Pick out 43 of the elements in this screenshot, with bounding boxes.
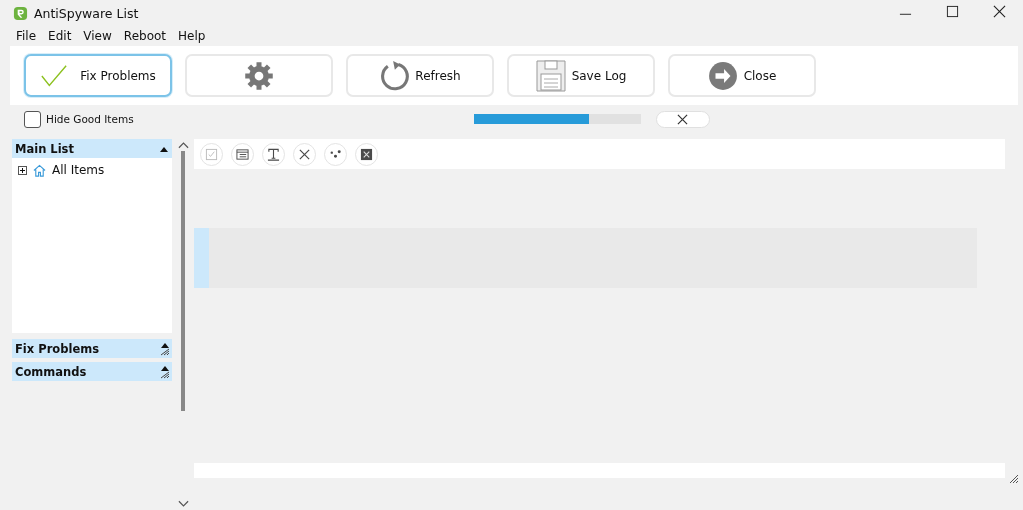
- scroll-up-icon[interactable]: [177, 141, 189, 149]
- text-icon: [267, 147, 280, 161]
- toolbar-button[interactable]: Fix Problems: [24, 54, 172, 97]
- list-icon: [236, 147, 249, 161]
- refresh-icon: [379, 59, 410, 92]
- toolbar-button[interactable]: Save Log: [507, 54, 655, 97]
- cancel-button[interactable]: [655, 110, 710, 128]
- tree-item[interactable]: All Items: [52, 163, 105, 177]
- toolbar-icon-button[interactable]: [355, 142, 378, 166]
- resize-grip-icon[interactable]: [1009, 474, 1019, 484]
- menu-item[interactable]: File: [16, 29, 37, 43]
- panel-header[interactable]: Commands: [12, 362, 172, 381]
- settings-icon: [244, 60, 274, 91]
- collapse-grip-icon: [160, 341, 170, 356]
- menu-item[interactable]: View: [83, 29, 112, 43]
- toolbar-button[interactable]: [185, 54, 333, 97]
- panel-header[interactable]: Main List: [12, 139, 172, 158]
- delete-icon: [298, 147, 311, 161]
- checkbox-icon: [205, 147, 218, 161]
- panel-header[interactable]: Fix Problems: [12, 339, 172, 358]
- menu-item[interactable]: Reboot: [123, 29, 166, 43]
- app-logo-icon: [13, 5, 28, 21]
- check-icon: [40, 63, 69, 88]
- checkbox[interactable]: [24, 110, 41, 128]
- clear-icon: [360, 147, 373, 161]
- window-title: AntiSpyware List: [34, 5, 139, 21]
- toolbar-icon-button[interactable]: [324, 142, 347, 166]
- toolbar-button[interactable]: Close: [668, 54, 816, 97]
- menu-item[interactable]: Edit: [48, 29, 72, 43]
- toolbar-button[interactable]: Refresh: [346, 54, 494, 97]
- toolbar-icon-button[interactable]: [262, 142, 285, 166]
- home-icon: [33, 163, 46, 177]
- close-icon: [677, 113, 689, 125]
- menu-item[interactable]: Help: [178, 29, 206, 43]
- collapse-arrow-icon: [160, 145, 168, 152]
- close-icon[interactable]: [993, 4, 1006, 18]
- maximize-icon[interactable]: [946, 4, 959, 18]
- scroll-down-icon[interactable]: [177, 500, 189, 508]
- scrollbar-thumb[interactable]: [181, 151, 185, 411]
- collapse-grip-icon: [160, 364, 170, 379]
- checkbox-label: Hide Good Items: [46, 113, 134, 125]
- toolbar-icon-button[interactable]: [293, 142, 316, 166]
- expand-icon[interactable]: [18, 165, 27, 175]
